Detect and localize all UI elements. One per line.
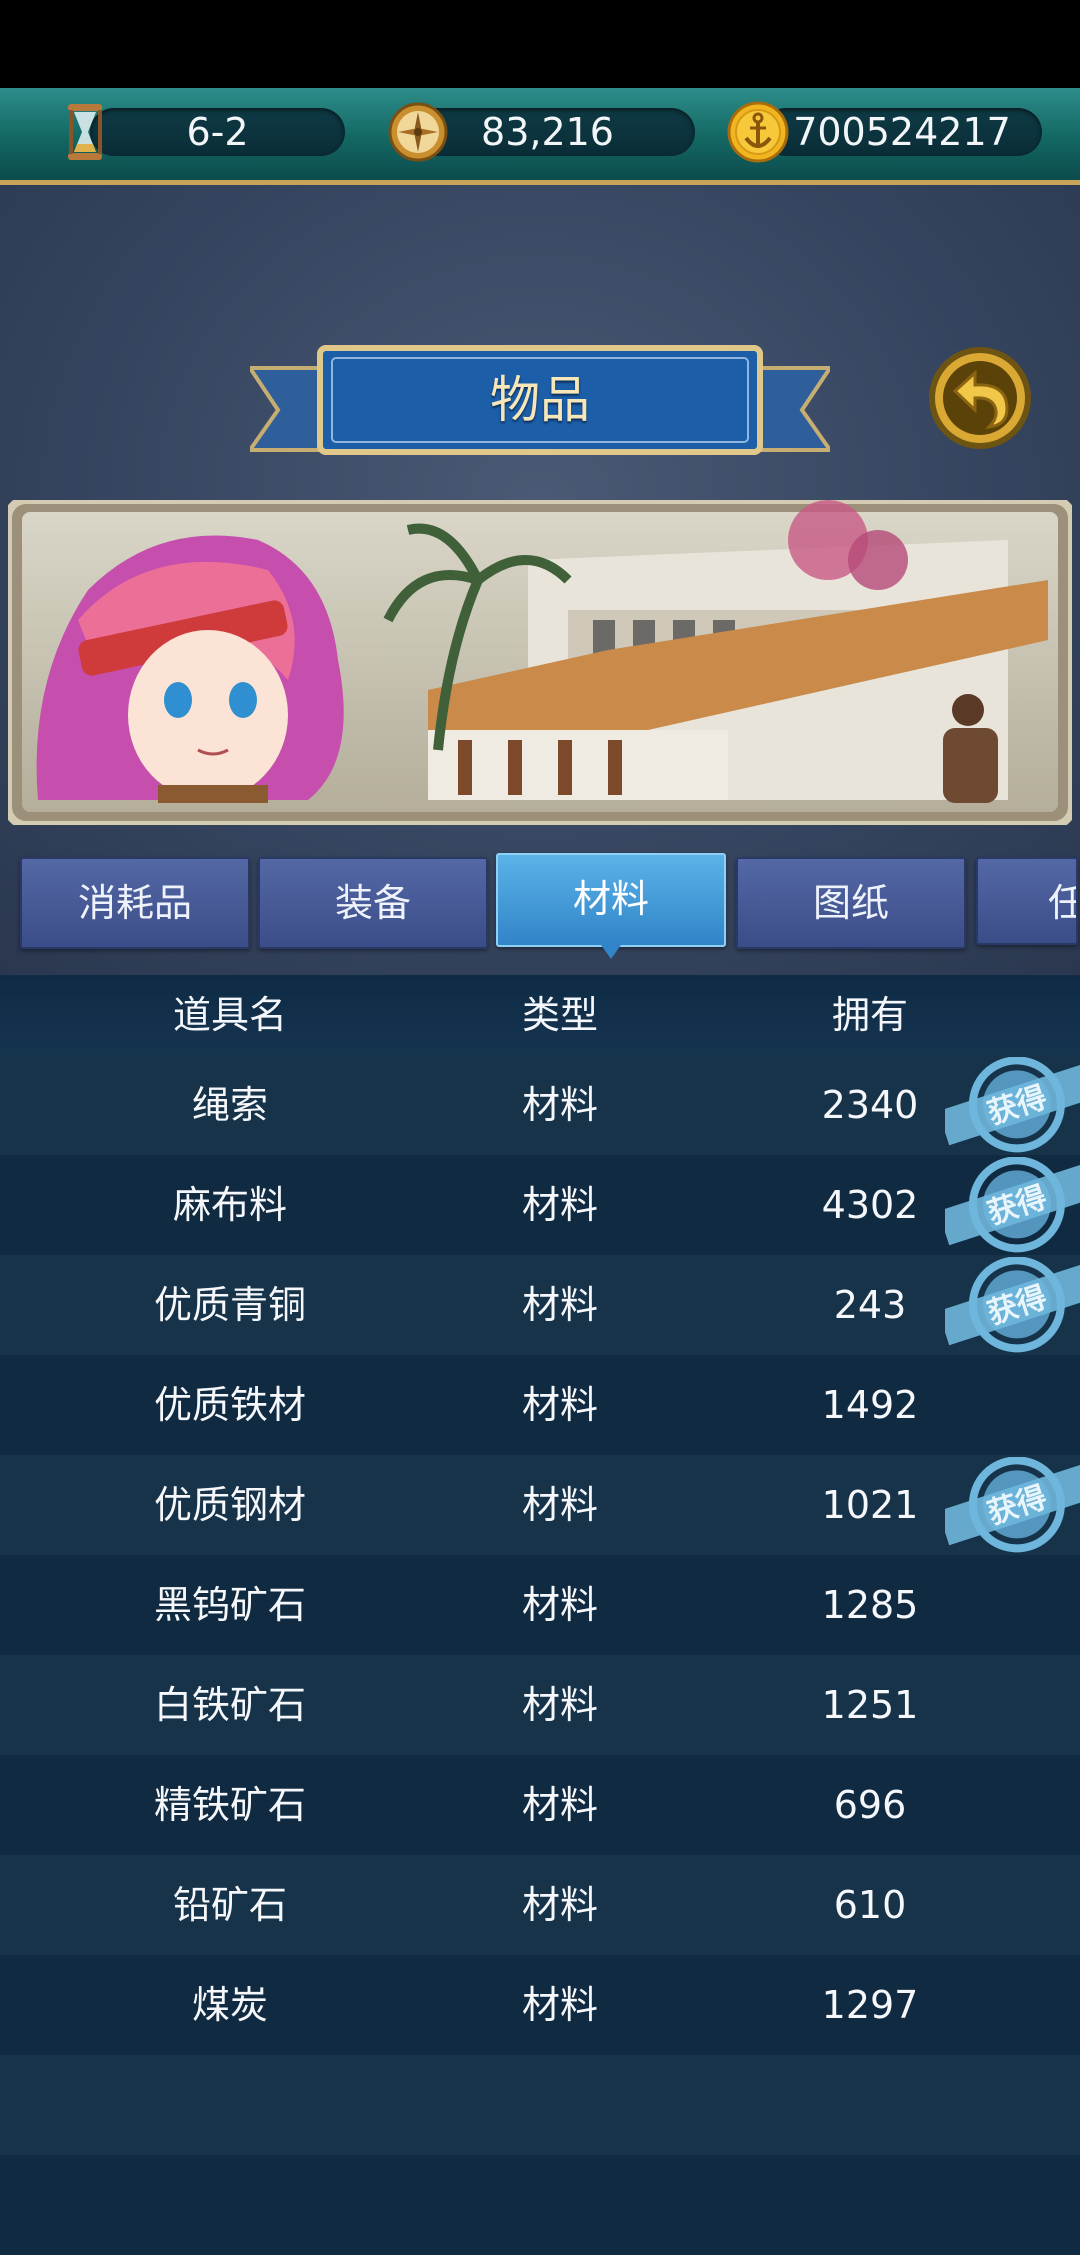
item-name: 煤炭 (191, 1983, 268, 2027)
tab-materials[interactable]: 材料 (496, 853, 726, 959)
item-type: 材料 (521, 1983, 598, 2027)
item-type: 材料 (521, 1283, 598, 1327)
item-owned-count: 696 (833, 1783, 907, 1827)
item-type: 材料 (521, 1383, 598, 1427)
header-item-name: 道具名 (172, 993, 287, 1037)
table-row[interactable]: 黑钨矿石 材料 1285 (0, 1555, 1080, 1655)
table-row[interactable]: 精铁矿石 材料 696 (0, 1755, 1080, 1855)
item-owned-count: 1251 (821, 1683, 919, 1727)
item-owned-count: 1297 (821, 1983, 919, 2027)
table-rows: 绳索 材料 2340 获得 麻布料 材料 4302 获得 优质青铜 材料 243 获得 优质铁材 材料 14… (0, 1055, 1080, 2255)
hourglass-icon (68, 104, 102, 160)
item-name: 精铁矿石 (153, 1783, 306, 1827)
system-status-bar (0, 0, 1080, 88)
item-owned-count: 1492 (821, 1383, 919, 1427)
table-row[interactable]: 绳索 材料 2340 获得 (0, 1055, 1080, 1155)
gold-display: 700524217 (762, 108, 1042, 156)
stage-value: 6-2 (186, 110, 249, 154)
header-type: 类型 (521, 993, 598, 1037)
item-name: 优质钢材 (153, 1483, 306, 1527)
item-type: 材料 (521, 1483, 598, 1527)
item-list: 道具名 类型 拥有 绳索 材料 2340 获得 麻布料 材料 4302 获得 优质青铜 材料 243… (0, 975, 1080, 2255)
item-type: 材料 (521, 1783, 598, 1827)
hero-banner (8, 500, 1072, 825)
obtain-stamp-button[interactable]: 获得 (945, 1157, 1080, 1253)
header-owned: 拥有 (831, 993, 908, 1037)
compass-icon (388, 102, 448, 162)
tab-tasks[interactable]: 任 (976, 857, 1078, 945)
item-type: 材料 (521, 1683, 598, 1727)
item-type: 材料 (521, 1883, 598, 1927)
empty-row (0, 2055, 1080, 2155)
table-row[interactable]: 麻布料 材料 4302 获得 (0, 1155, 1080, 1255)
compass-value: 83,216 (481, 110, 614, 154)
table-row[interactable]: 煤炭 材料 1297 (0, 1955, 1080, 2055)
table-row[interactable]: 铅矿石 材料 610 (0, 1855, 1080, 1955)
obtain-stamp-button[interactable]: 获得 (945, 1057, 1080, 1153)
item-name: 铅矿石 (172, 1883, 287, 1927)
empty-row (0, 2155, 1080, 2255)
item-type: 材料 (521, 1083, 598, 1127)
item-type: 材料 (521, 1583, 598, 1627)
table-row[interactable]: 优质铁材 材料 1492 (0, 1355, 1080, 1455)
item-name: 优质铁材 (153, 1383, 306, 1427)
item-owned-count: 1285 (821, 1583, 919, 1627)
item-name: 白铁矿石 (153, 1683, 306, 1727)
item-name: 黑钨矿石 (153, 1583, 306, 1627)
page-title: 物品 (490, 371, 590, 429)
back-button[interactable] (925, 343, 1035, 453)
table-row[interactable]: 优质青铜 材料 243 获得 (0, 1255, 1080, 1355)
stage-display: 6-2 (90, 108, 345, 156)
table-row[interactable]: 优质钢材 材料 1021 获得 (0, 1455, 1080, 1555)
table-row[interactable]: 白铁矿石 材料 1251 (0, 1655, 1080, 1755)
gold-value: 700524217 (793, 110, 1011, 154)
category-tabs: 消耗品 装备 材料 图纸 任 (0, 853, 1080, 959)
item-name: 麻布料 (172, 1183, 287, 1227)
anchor-coin-icon (727, 101, 789, 163)
obtain-stamp-button[interactable]: 获得 (945, 1457, 1080, 1553)
item-name: 优质青铜 (153, 1283, 306, 1327)
item-owned-count: 610 (833, 1883, 907, 1927)
tab-equipment[interactable]: 装备 (258, 857, 488, 949)
resource-bar: 6-2 83,216 700524217 (0, 88, 1080, 185)
item-type: 材料 (521, 1183, 598, 1227)
tab-consumables[interactable]: 消耗品 (20, 857, 250, 949)
obtain-stamp-button[interactable]: 获得 (945, 1257, 1080, 1353)
tab-blueprints[interactable]: 图纸 (736, 857, 966, 949)
item-name: 绳索 (191, 1083, 268, 1127)
table-header: 道具名 类型 拥有 (0, 975, 1080, 1057)
